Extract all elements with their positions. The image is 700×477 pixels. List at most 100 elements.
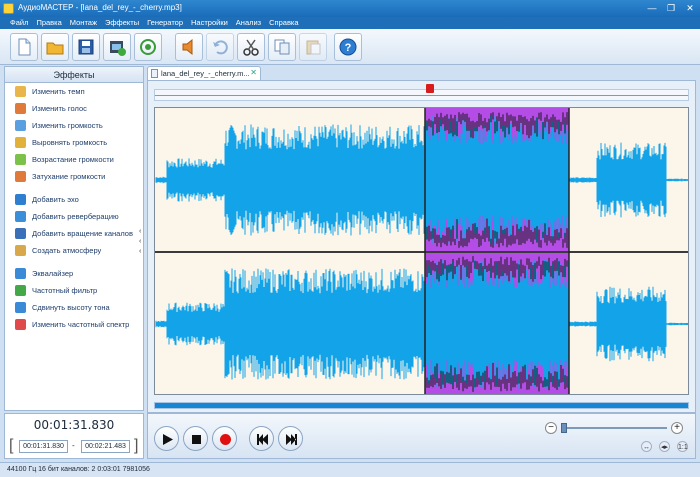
new-document-icon	[18, 38, 31, 56]
refresh-record-icon	[140, 39, 156, 55]
horizontal-scrollbar[interactable]	[154, 402, 689, 409]
save-button[interactable]	[72, 33, 100, 61]
waveform-view[interactable]	[154, 107, 689, 395]
menu-settings[interactable]: Настройки	[187, 17, 232, 29]
effect-item[interactable]: Добавить эхо	[5, 191, 143, 208]
effect-item[interactable]: Выровнять громкость	[5, 134, 143, 151]
zoom-control: − +	[545, 422, 685, 436]
undo-button[interactable]	[206, 33, 234, 61]
timeline-track	[155, 95, 688, 96]
effect-item[interactable]: Возрастание громкости	[5, 151, 143, 168]
toolbar: ?	[0, 29, 700, 65]
fade-in-icon	[15, 154, 26, 165]
menu-edit[interactable]: Правка	[32, 17, 65, 29]
svg-text:?: ?	[345, 42, 352, 54]
speaker-icon	[182, 38, 193, 56]
zoom-in-button[interactable]: +	[671, 422, 683, 434]
cut-button[interactable]	[237, 33, 265, 61]
pitch-icon	[15, 302, 26, 313]
transport-bar: − + ↔ ◂▸ 1:1	[147, 413, 696, 459]
menu-effects[interactable]: Эффекты	[101, 17, 143, 29]
minimize-button[interactable]: —	[645, 2, 659, 14]
effect-item[interactable]: Изменить голос	[5, 100, 143, 117]
record-audio-button[interactable]	[212, 426, 237, 451]
rewind-icon	[257, 434, 268, 445]
reverb-icon	[15, 211, 26, 222]
selection-end-field[interactable]: 00:02:21.483	[81, 440, 130, 453]
menu-file[interactable]: Файл	[6, 17, 32, 29]
status-text: 44100 Гц 16 бит каналов: 2 0:03:01 79810…	[7, 466, 150, 473]
clock-icon	[15, 86, 26, 97]
effect-item[interactable]: Добавить реверберацию	[5, 208, 143, 225]
record-button[interactable]	[134, 33, 162, 61]
new-file-button[interactable]	[10, 33, 38, 61]
paste-button[interactable]	[299, 33, 327, 61]
film-icon	[110, 41, 126, 56]
fit-width-icon[interactable]: ↔	[641, 441, 652, 452]
status-bar: 44100 Гц 16 бит каналов: 2 0:03:01 79810…	[0, 462, 700, 477]
atmosphere-icon	[15, 245, 26, 256]
fast-forward-button[interactable]	[278, 426, 303, 451]
stop-icon	[192, 435, 201, 444]
fade-out-icon	[15, 171, 26, 182]
close-button[interactable]: ✕	[683, 2, 697, 14]
zoom-out-button[interactable]: −	[545, 422, 557, 434]
timeline-ruler[interactable]	[154, 84, 689, 101]
stop-button[interactable]	[183, 426, 208, 451]
window-title: АудиоМАСТЕР - [lana_del_rey_-_cherry.mp3…	[18, 3, 182, 12]
file-tab[interactable]: lana_del_rey_-_cherry.m... ✕	[147, 66, 261, 80]
zoom-selection-icon[interactable]: ◂▸	[659, 441, 670, 452]
maximize-button[interactable]: ❐	[664, 2, 678, 14]
playhead-marker[interactable]	[426, 84, 434, 93]
effect-item[interactable]: Создать атмосферу	[5, 242, 143, 259]
effect-label: Добавить реверберацию	[32, 212, 119, 221]
equalize-volume-icon	[15, 137, 26, 148]
echo-icon	[15, 194, 26, 205]
floppy-disk-icon	[78, 39, 94, 55]
effect-label: Эквалайзер	[32, 269, 74, 278]
menu-generator[interactable]: Генератор	[143, 17, 187, 29]
effect-item[interactable]: Затухание громкости	[5, 168, 143, 185]
rewind-button[interactable]	[249, 426, 274, 451]
effects-panel-header: Эффекты	[5, 67, 143, 83]
zoom-actual-icon[interactable]: 1:1	[677, 441, 688, 452]
zoom-presets: ↔ ◂▸ 1:1	[641, 441, 688, 452]
menu-help[interactable]: Справка	[265, 17, 302, 29]
effect-item[interactable]: Изменить темп	[5, 83, 143, 100]
menu-montage[interactable]: Монтаж	[66, 17, 101, 29]
waveform-canvas	[155, 108, 688, 394]
play-button[interactable]	[154, 426, 179, 451]
menu-bar: Файл Правка Монтаж Эффекты Генератор Нас…	[0, 17, 700, 29]
menu-analysis[interactable]: Анализ	[232, 17, 265, 29]
effect-item[interactable]: Эквалайзер	[5, 265, 143, 282]
effect-item[interactable]: Изменить частотный спектр	[5, 316, 143, 333]
help-icon: ?	[339, 38, 357, 56]
panel-collapse-arrows[interactable]: ‹ ‹ ‹	[139, 227, 145, 257]
playback-settings-button[interactable]	[175, 33, 203, 61]
zoom-slider-track[interactable]	[561, 427, 667, 429]
effect-label: Сдвинуть высоту тона	[32, 303, 110, 312]
left-channel-wave	[155, 114, 688, 246]
open-file-button[interactable]	[41, 33, 69, 61]
effect-item[interactable]: Добавить вращение каналов	[5, 225, 143, 242]
effect-item[interactable]: Изменить громкость	[5, 117, 143, 134]
zoom-slider-thumb[interactable]	[561, 423, 567, 433]
record-icon	[220, 434, 231, 445]
effect-label: Выровнять громкость	[32, 138, 108, 147]
close-tab-icon[interactable]: ✕	[250, 68, 257, 77]
undo-icon	[213, 40, 228, 55]
current-time: 00:01:31.830	[33, 418, 115, 432]
window-controls: — ❐ ✕	[645, 2, 697, 14]
selection-start-field[interactable]: 00:01:31.830	[19, 440, 68, 453]
rotate-channels-icon	[15, 228, 26, 239]
spectrum-icon	[15, 319, 26, 330]
app-logo-icon	[3, 3, 14, 14]
extract-audio-from-video-button[interactable]	[103, 33, 131, 61]
copy-button[interactable]	[268, 33, 296, 61]
scissors-icon	[243, 39, 259, 56]
help-button[interactable]: ?	[334, 33, 362, 61]
effect-item[interactable]: Частотный фильтр	[5, 282, 143, 299]
effect-item[interactable]: Сдвинуть высоту тона	[5, 299, 143, 316]
play-icon	[163, 434, 173, 445]
effect-label: Частотный фильтр	[32, 286, 98, 295]
